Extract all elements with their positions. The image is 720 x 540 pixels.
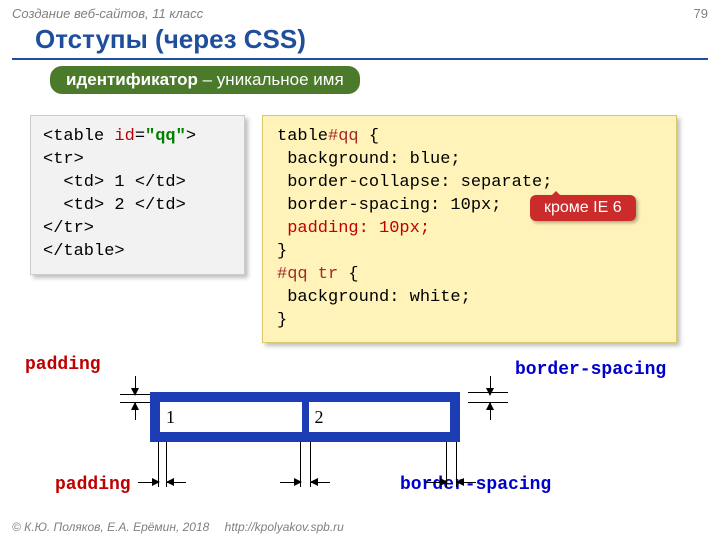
ie6-note: кроме IE 6 [530,195,636,221]
identifier-callout: идентификатор – уникальное имя [50,66,360,94]
page-number: 79 [694,6,708,21]
callout-rest: – уникальное имя [198,70,344,89]
table-illustration: 1 2 [150,392,460,442]
padding-label-bottom: padding [55,475,131,495]
spacing-diagram: padding border-spacing padding border-sp… [20,370,700,500]
dim-padding-middle [298,442,312,482]
html-code-block: <table id="qq"> <tr> <td> 1 </td> <td> 2… [30,115,245,275]
course-header: Создание веб-сайтов, 11 класс [12,6,203,21]
dim-border-spacing-top [468,394,498,406]
title-underline [12,58,708,60]
border-spacing-label-top: border-spacing [515,360,666,380]
footer: © К.Ю. Поляков, Е.А. Ерёмин, 2018 http:/… [12,520,344,534]
css-code-block: table#qq { background: blue; border-coll… [262,115,677,343]
page-title: Отступы (через CSS) [35,24,306,55]
footer-url: http://kpolyakov.spb.ru [225,520,344,534]
copyright: © К.Ю. Поляков, Е.А. Ерёмин, 2018 [12,520,209,534]
cell-1: 1 [160,402,302,432]
dim-border-spacing-right [446,442,460,482]
cell-2: 2 [309,402,451,432]
callout-term: идентификатор [66,70,198,89]
dim-padding-left [158,442,172,482]
border-spacing-label-bottom: border-spacing [400,475,551,495]
padding-label-top: padding [25,355,101,375]
dim-padding-top [120,394,150,406]
